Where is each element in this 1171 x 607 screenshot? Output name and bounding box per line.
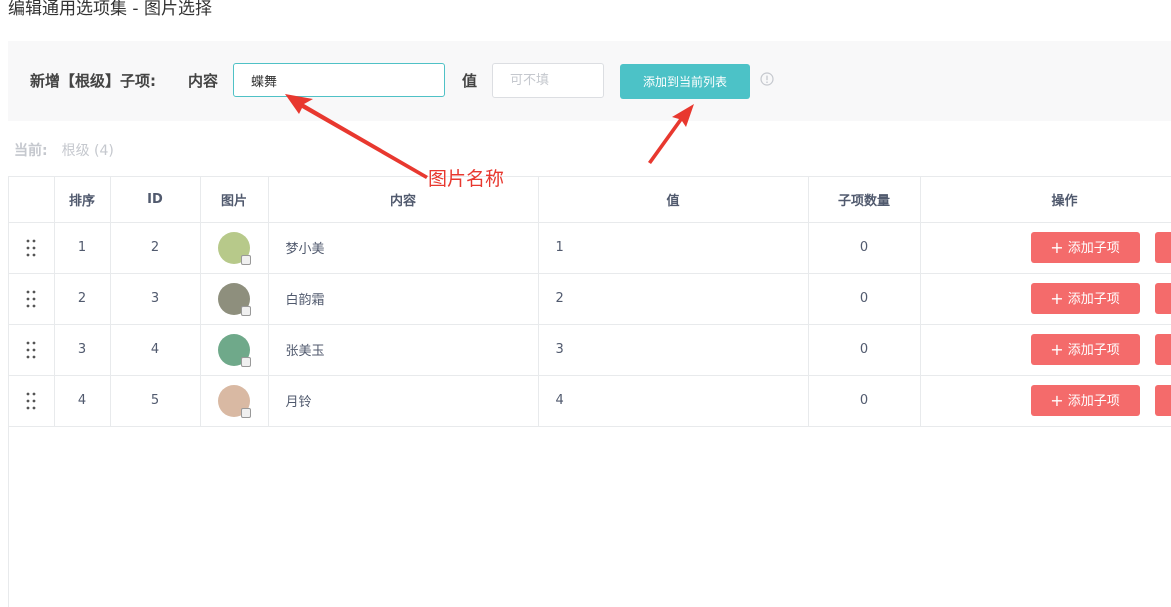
id-cell: 2 [110,222,201,274]
add-child-label: 添加子项 [1067,292,1120,307]
avatar[interactable] [218,231,251,265]
order-cell: 3 [54,324,111,376]
value-cell: 2 [538,273,809,325]
order-column-header: 排序 [54,177,111,223]
add-child-label: 添加子项 [1067,241,1120,256]
drag-cell[interactable] [9,324,55,376]
options-table: 排序 ID 图片 内容 值 子项数量 操作 1 2 梦小美 1 0 + 添加子项… [8,176,1171,607]
avatar[interactable] [218,282,251,316]
table-row: 2 3 白韵霜 2 0 + 添加子项 [9,273,1171,325]
children-count-cell: 0 [808,273,921,325]
actions-cell: + 添加子项 [920,273,1171,325]
breadcrumb-label: 当前: [14,143,48,159]
info-icon[interactable] [760,72,774,86]
image-column-header: 图片 [200,177,269,223]
image-cell [200,273,269,325]
avatar-edit-icon [241,407,251,418]
children-count-cell: 0 [808,375,921,427]
drag-handle-icon[interactable] [26,290,36,308]
drag-column-header [9,177,55,223]
actions-cell: + 添加子项 [920,222,1171,274]
table-row: 1 2 梦小美 1 0 + 添加子项 [9,222,1171,274]
avatar-edit-icon [241,356,251,367]
avatar[interactable] [218,333,251,367]
image-cell [200,324,269,376]
plus-icon: + [1050,238,1064,257]
id-cell: 3 [110,273,201,325]
add-child-button[interactable]: + 添加子项 [1030,282,1140,314]
content-cell: 月铃 [268,375,539,427]
order-cell: 4 [54,375,111,427]
image-cell [200,222,269,274]
id-cell: 4 [110,324,201,376]
children-count-cell: 0 [808,324,921,376]
row-action-button[interactable] [1154,384,1171,416]
content-cell: 梦小美 [268,222,539,274]
value-column-header: 值 [538,177,809,223]
add-child-label: 添加子项 [1067,394,1120,409]
order-cell: 1 [54,222,111,274]
order-cell: 2 [54,273,111,325]
table-header-row: 排序 ID 图片 内容 值 子项数量 操作 [9,177,1171,223]
add-child-button[interactable]: + 添加子项 [1030,384,1140,416]
value-cell: 4 [538,375,809,427]
page-title: 编辑通用选项集 - 图片选择 [8,0,212,19]
content-cell: 白韵霜 [268,273,539,325]
avatar-edit-icon [241,305,251,316]
form-label-new-root-item: 新增【根级】子项: [30,72,156,90]
add-child-label: 添加子项 [1067,343,1120,358]
table-row: 3 4 张美玉 3 0 + 添加子项 [9,324,1171,376]
id-cell: 5 [110,375,201,427]
actions-column-header: 操作 [920,177,1171,223]
plus-icon: + [1050,340,1064,359]
content-input[interactable] [233,63,445,97]
drag-handle-icon[interactable] [26,239,36,257]
content-cell: 张美玉 [268,324,539,376]
children-count-column-header: 子项数量 [808,177,921,223]
plus-icon: + [1050,289,1064,308]
value-input[interactable] [492,63,604,98]
plus-icon: + [1050,391,1064,410]
breadcrumb: 当前: 根级 (4) [14,140,114,160]
table-row: 4 5 月铃 4 0 + 添加子项 [9,375,1171,427]
avatar-edit-icon [241,254,251,265]
add-child-button[interactable]: + 添加子项 [1030,333,1140,365]
form-label-content: 内容 [188,72,219,90]
actions-cell: + 添加子项 [920,375,1171,427]
drag-cell[interactable] [9,273,55,325]
drag-handle-icon[interactable] [26,341,36,359]
drag-handle-icon[interactable] [26,392,36,410]
row-action-button[interactable] [1154,333,1171,365]
avatar[interactable] [218,384,251,418]
image-cell [200,375,269,427]
value-cell: 1 [538,222,809,274]
add-to-current-list-button[interactable]: 添加到当前列表 [620,64,750,99]
drag-cell[interactable] [9,375,55,427]
form-label-value: 值 [462,72,478,90]
row-action-button[interactable] [1154,231,1171,263]
breadcrumb-path[interactable]: 根级 (4) [62,143,114,159]
children-count-cell: 0 [808,222,921,274]
row-action-button[interactable] [1154,282,1171,314]
annotation-label: 图片名称 [428,168,505,190]
add-child-button[interactable]: + 添加子项 [1030,231,1140,263]
actions-cell: + 添加子项 [920,324,1171,376]
value-cell: 3 [538,324,809,376]
id-column-header: ID [110,177,201,223]
drag-cell[interactable] [9,222,55,274]
